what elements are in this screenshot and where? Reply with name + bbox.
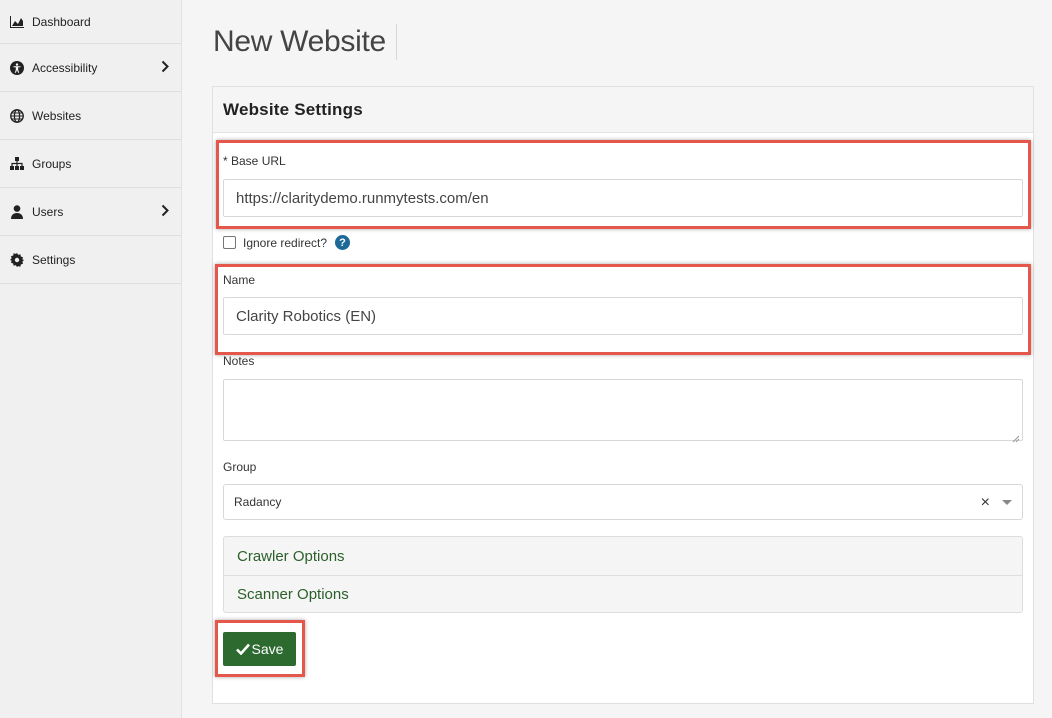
group-label: Group xyxy=(223,460,257,474)
base-url-label: * Base URL xyxy=(223,154,286,168)
caret-down-icon[interactable] xyxy=(1002,500,1012,505)
gear-icon xyxy=(10,252,24,267)
chart-area-icon xyxy=(10,15,24,29)
globe-icon xyxy=(10,108,24,123)
crawler-options-toggle[interactable]: Crawler Options xyxy=(224,537,1022,575)
question-circle-icon[interactable]: ? xyxy=(335,235,351,250)
ignore-redirect-label: Ignore redirect? xyxy=(243,235,328,250)
scanner-options-toggle[interactable]: Scanner Options xyxy=(224,575,1022,613)
sidebar-item-label: Users xyxy=(32,204,64,219)
panel-title: Website Settings xyxy=(213,87,1033,133)
sidebar-item-label: Settings xyxy=(32,252,76,267)
chevron-right-icon xyxy=(161,204,169,219)
sitemap-icon xyxy=(10,157,24,171)
check-icon xyxy=(235,643,250,655)
website-settings-panel: Website Settings * Base URL https://clar… xyxy=(212,86,1034,704)
ignore-redirect-checkbox[interactable] xyxy=(223,236,236,249)
user-icon xyxy=(10,204,24,219)
sidebar-item-accessibility[interactable]: Accessibility xyxy=(0,44,181,92)
sidebar-item-users[interactable]: Users xyxy=(0,188,181,236)
notes-textarea[interactable] xyxy=(223,379,1023,443)
chevron-right-icon xyxy=(161,60,169,75)
base-url-input[interactable]: https://claritydemo.runmytests.com/en xyxy=(223,179,1023,217)
group-select[interactable]: Radancy × xyxy=(223,484,1023,520)
name-label: Name xyxy=(223,273,256,287)
sidebar-item-label: Groups xyxy=(32,156,72,171)
sidebar-item-label: Accessibility xyxy=(32,60,98,75)
sidebar: Dashboard Accessibility Websites Groups … xyxy=(0,0,182,718)
page-title: New Website xyxy=(213,24,397,60)
sidebar-item-websites[interactable]: Websites xyxy=(0,92,181,140)
resize-handle-icon[interactable] xyxy=(1012,430,1020,443)
ignore-redirect-row: Ignore redirect? ? xyxy=(223,235,351,250)
save-button[interactable]: Save xyxy=(223,632,296,666)
notes-label: Notes xyxy=(223,354,255,368)
save-button-label: Save xyxy=(251,641,284,657)
name-input[interactable]: Clarity Robotics (EN) xyxy=(223,297,1023,335)
universal-access-icon xyxy=(10,60,24,75)
main-content: New Website Website Settings * Base URL … xyxy=(182,0,1052,718)
sidebar-item-dashboard[interactable]: Dashboard xyxy=(0,0,181,44)
sidebar-item-settings[interactable]: Settings xyxy=(0,236,181,284)
clear-icon[interactable]: × xyxy=(981,494,990,512)
options-accordion: Crawler Options Scanner Options xyxy=(223,536,1023,613)
sidebar-item-label: Dashboard xyxy=(32,14,91,29)
sidebar-item-groups[interactable]: Groups xyxy=(0,140,181,188)
group-selected-value: Radancy xyxy=(234,495,282,509)
sidebar-item-label: Websites xyxy=(32,108,82,123)
